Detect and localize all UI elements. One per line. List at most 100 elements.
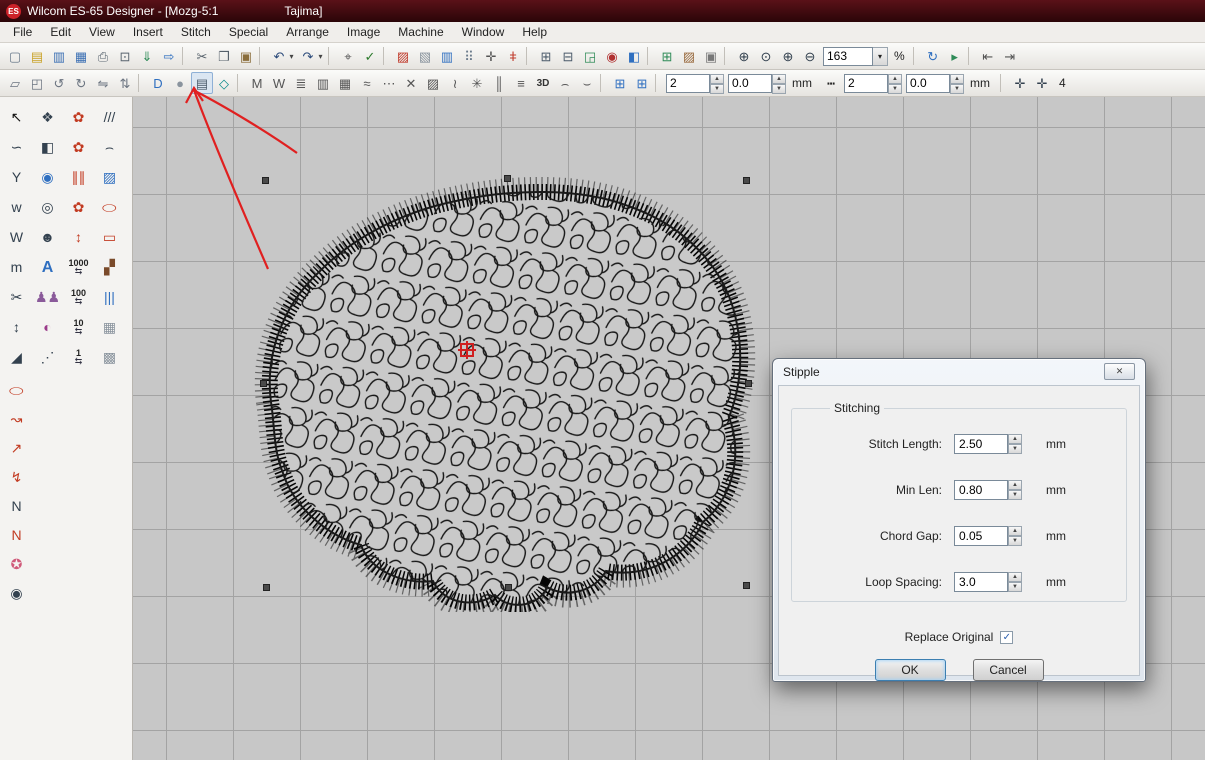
selection-handle[interactable] — [504, 175, 511, 182]
zoom-1-1-icon[interactable]: ⊙ — [755, 45, 777, 67]
nudge-1-icon[interactable]: 1⇆ — [65, 345, 92, 369]
stitch-list-icon[interactable]: ⊞ — [535, 45, 557, 67]
stitch-count-input-1[interactable] — [666, 74, 710, 93]
lettering-icon[interactable]: A — [34, 255, 61, 279]
dot-run-icon[interactable]: ● — [169, 72, 191, 94]
spinner[interactable]: ▲▼ — [1008, 434, 1022, 453]
select-object-icon[interactable]: ↖ — [3, 105, 30, 129]
mirror-v-icon[interactable]: ⇅ — [114, 72, 136, 94]
menu-item-edit[interactable]: Edit — [41, 23, 80, 41]
underlay-edge-icon[interactable]: W — [268, 72, 290, 94]
spin-up-icon[interactable]: ▲ — [1008, 572, 1022, 582]
zoom-dropdown-icon[interactable]: ▾ — [873, 47, 888, 66]
selection-handle[interactable] — [262, 177, 269, 184]
close-icon[interactable]: ✕ — [1104, 363, 1135, 380]
ok-button[interactable]: OK — [875, 659, 946, 681]
spinner[interactable]: ▲▼ — [710, 74, 724, 93]
separator[interactable] — [526, 47, 533, 65]
selection-handle[interactable] — [743, 177, 750, 184]
pattern-stitch-icon[interactable]: ⠿ — [458, 45, 480, 67]
stitch-spacing-icon[interactable]: ↕ — [65, 225, 92, 249]
ellipse-tool-icon[interactable]: ◯ — [96, 195, 123, 219]
motif-fill-icon[interactable]: ✳ — [466, 72, 488, 94]
show-artwork-icon[interactable]: ▨ — [678, 45, 700, 67]
separator[interactable] — [647, 47, 654, 65]
spinner[interactable]: ▲▼ — [950, 74, 964, 93]
stitch-angle-icon[interactable]: ↝ — [3, 407, 30, 431]
field-value-input[interactable] — [954, 480, 1008, 500]
spin-down-icon[interactable]: ▼ — [1008, 536, 1022, 546]
spin-up-icon[interactable]: ▲ — [1008, 526, 1022, 536]
cross-stitch-icon[interactable]: ✕ — [400, 72, 422, 94]
stipple-fill-icon[interactable]: /// — [96, 105, 123, 129]
embroidery-design[interactable] — [251, 167, 766, 612]
three-d-effect-icon[interactable]: 3D — [532, 72, 554, 94]
run-direction-icon[interactable]: ↗ — [3, 436, 30, 460]
menu-item-special[interactable]: Special — [220, 23, 277, 41]
zoom-input[interactable] — [823, 47, 873, 66]
jump-to-start-icon[interactable]: ⇤ — [977, 45, 999, 67]
color-film-icon[interactable]: ◉ — [601, 45, 623, 67]
show-hoop-icon[interactable]: ▣ — [700, 45, 722, 67]
ring-tool-icon[interactable]: ◉ — [3, 581, 30, 605]
undo-dropdown-icon[interactable]: ▾ — [286, 45, 297, 67]
separator[interactable] — [383, 47, 390, 65]
arc-tool-icon[interactable]: ⌢ — [96, 135, 123, 159]
spin-down-icon[interactable]: ▼ — [950, 84, 964, 94]
cut-icon[interactable]: ✂ — [191, 45, 213, 67]
spin-down-icon[interactable]: ▼ — [772, 84, 786, 94]
menu-item-window[interactable]: Window — [453, 23, 514, 41]
backstitch-icon[interactable]: W — [3, 225, 30, 249]
satin-column-icon[interactable]: ∥∥ — [65, 165, 92, 189]
digitize-head-icon[interactable]: ☻ — [34, 225, 61, 249]
spin-up-icon[interactable]: ▲ — [1008, 480, 1022, 490]
spin-up-icon[interactable]: ▲ — [1008, 434, 1022, 444]
spin-up-icon[interactable]: ▲ — [710, 74, 724, 84]
measure-icon[interactable]: ↕ — [3, 315, 30, 339]
grid-show-icon[interactable]: ⊞ — [631, 72, 653, 94]
separator[interactable] — [600, 74, 607, 92]
zigzag-direction-icon[interactable]: ↯ — [3, 465, 30, 489]
mirror-merge-icon[interactable]: ◐ — [34, 315, 61, 339]
selection-handle[interactable] — [263, 584, 270, 591]
florentine-effect-icon[interactable]: ✿ — [65, 135, 92, 159]
stipple-run-icon[interactable]: ▤ — [191, 72, 213, 94]
column-c-icon[interactable]: ||| — [96, 285, 123, 309]
save-design-icon[interactable]: ▥ — [48, 45, 70, 67]
pattern-stamp-icon[interactable]: ▦ — [96, 315, 123, 339]
fan-stitch-icon[interactable]: ◢ — [3, 345, 30, 369]
reshape-node-icon[interactable]: ◧ — [34, 135, 61, 159]
menu-item-file[interactable]: File — [4, 23, 41, 41]
export-machine-file-icon[interactable]: ⇓ — [136, 45, 158, 67]
trapunto-outline-icon[interactable]: ◇ — [213, 72, 235, 94]
fill-lines-icon[interactable]: ≣ — [290, 72, 312, 94]
complex-fill-icon[interactable]: ▨ — [96, 165, 123, 189]
show-design-icon[interactable]: ⊞ — [656, 45, 678, 67]
menu-item-machine[interactable]: Machine — [389, 23, 452, 41]
column-fill-icon[interactable]: ║ — [488, 72, 510, 94]
box-select-icon[interactable]: ▱ — [4, 72, 26, 94]
separator[interactable] — [724, 47, 731, 65]
fill-dense-icon[interactable]: ▥ — [312, 72, 334, 94]
separator[interactable] — [138, 74, 145, 92]
menu-item-insert[interactable]: Insert — [124, 23, 172, 41]
dot-fill-icon[interactable]: ⋯ — [378, 72, 400, 94]
zoom-box-icon[interactable]: ⊕ — [733, 45, 755, 67]
slow-redraw-icon[interactable]: ▸ — [944, 45, 966, 67]
nudge-10-icon[interactable]: 10⇆ — [65, 315, 92, 339]
grid-fill-icon[interactable]: ▦ — [334, 72, 356, 94]
nudge-1000-icon[interactable]: 1000⇆ — [65, 255, 92, 279]
print-icon[interactable]: ⎙ — [92, 45, 114, 67]
menu-item-view[interactable]: View — [80, 23, 124, 41]
fur-stitch-icon[interactable]: ▞ — [96, 255, 123, 279]
spinner[interactable]: ▲▼ — [772, 74, 786, 93]
texture-fill-icon[interactable]: ▨ — [422, 72, 444, 94]
spinner[interactable]: ▲▼ — [1008, 572, 1022, 591]
separator[interactable] — [913, 47, 920, 65]
run-length-icon[interactable]: ┅ — [820, 72, 842, 94]
rotate-cw-icon[interactable]: ↻ — [70, 72, 92, 94]
elastic-fancy-icon[interactable]: ⌣ — [576, 72, 598, 94]
freehand-select-icon[interactable]: ∽ — [3, 135, 30, 159]
penetrations-icon[interactable]: ✛ — [480, 45, 502, 67]
knife-icon[interactable]: Y — [3, 165, 30, 189]
